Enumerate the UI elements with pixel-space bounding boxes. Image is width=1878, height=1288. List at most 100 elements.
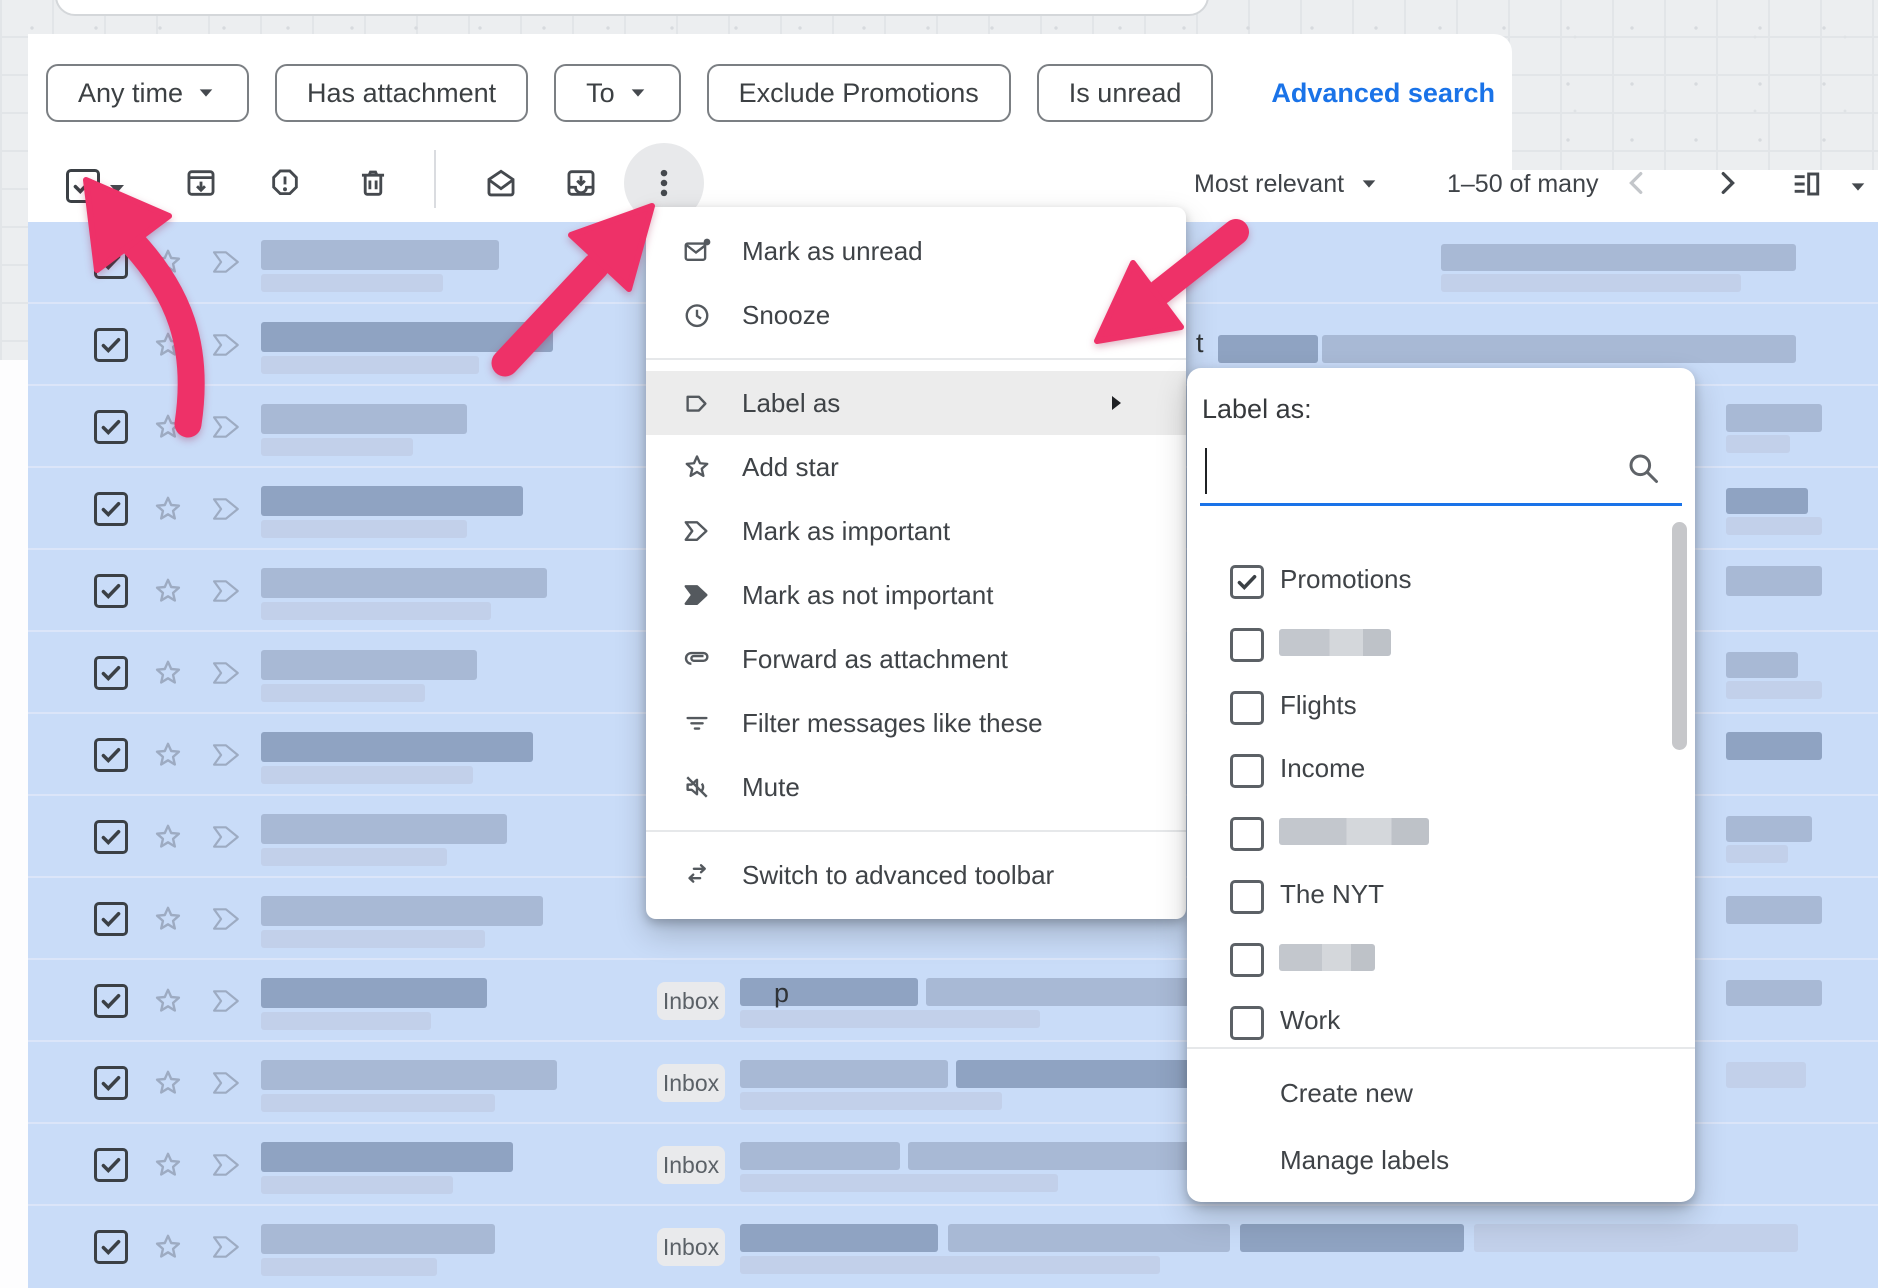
label-checkbox[interactable] [1230,1006,1264,1040]
star-icon[interactable] [152,903,184,935]
row-checkbox[interactable] [94,1230,128,1264]
row-checkbox[interactable] [94,410,128,444]
label-search-input[interactable] [1200,440,1682,502]
label-option-blurred[interactable] [1187,611,1695,674]
label-checkbox[interactable] [1230,628,1264,662]
importance-marker-icon[interactable] [210,577,244,605]
menu-item-label-as[interactable]: Label as [646,371,1186,435]
select-all-checkbox[interactable] [66,169,100,203]
star-icon[interactable] [152,1067,184,1099]
label-option-flights[interactable]: Flights [1187,674,1695,737]
more-options-icon[interactable] [647,166,681,200]
importance-marker-icon[interactable] [210,905,244,933]
label-checkbox[interactable] [1230,943,1264,977]
advanced-search-link[interactable]: Advanced search [1271,78,1495,109]
star-icon[interactable] [152,246,184,278]
filter-chip-to[interactable]: To [554,64,681,122]
star-icon[interactable] [152,821,184,853]
label-option-the-nyt[interactable]: The NYT [1187,863,1695,926]
importance-marker-icon[interactable] [210,413,244,441]
star-icon[interactable] [152,739,184,771]
star-icon[interactable] [152,411,184,443]
blurred-text [740,1224,938,1252]
star-icon[interactable] [152,1231,184,1263]
label-checkbox[interactable] [1230,565,1264,599]
move-to-inbox-icon[interactable] [564,166,598,200]
star-icon[interactable] [152,1149,184,1181]
label-action-manage-labels[interactable]: Manage labels [1187,1129,1695,1191]
importance-marker-icon[interactable] [210,331,244,359]
label-checkbox[interactable] [1230,691,1264,725]
label-option-work[interactable]: Work [1187,989,1695,1047]
row-checkbox[interactable] [94,328,128,362]
search-icon[interactable] [1625,450,1661,486]
label-option-promotions[interactable]: Promotions [1187,548,1695,611]
star-icon[interactable] [152,657,184,689]
menu-item-mute[interactable]: Mute [646,755,1186,819]
menu-item-mark-as-unread[interactable]: Mark as unread [646,219,1186,283]
blurred-text [261,1142,513,1172]
sort-label: Most relevant [1194,170,1344,199]
blurred-text [1726,404,1822,432]
email-row[interactable]: Inbox [28,1204,1878,1288]
filter-chip-exclude-promotions[interactable]: Exclude Promotions [707,64,1011,122]
menu-item-switch-to-advanced-toolbar[interactable]: Switch to advanced toolbar [646,843,1186,907]
label-checkbox[interactable] [1230,880,1264,914]
delete-icon[interactable] [356,166,390,200]
label-option-blurred[interactable] [1187,926,1695,989]
filter-chip-is-unread[interactable]: Is unread [1037,64,1214,122]
menu-item-add-star[interactable]: Add star [646,435,1186,499]
star-icon[interactable] [152,575,184,607]
importance-marker-icon[interactable] [210,987,244,1015]
sort-dropdown[interactable]: Most relevant [1194,164,1380,204]
blurred-text [261,732,533,762]
importance-marker-icon[interactable] [210,1151,244,1179]
menu-item-mark-as-important[interactable]: Mark as important [646,499,1186,563]
label-action-create-new[interactable]: Create new [1187,1062,1695,1124]
selection-dropdown-caret[interactable] [104,179,130,204]
menu-item-mark-as-not-important[interactable]: Mark as not important [646,563,1186,627]
row-checkbox[interactable] [94,738,128,772]
report-spam-icon[interactable] [268,166,302,200]
row-checkbox[interactable] [94,820,128,854]
blurred-text [956,1060,1194,1088]
importance-marker-icon[interactable] [210,1069,244,1097]
split-pane-caret[interactable] [1846,178,1870,201]
importance-marker-icon[interactable] [210,823,244,851]
importance-marker-icon[interactable] [210,659,244,687]
importance-marker-icon[interactable] [210,741,244,769]
label-list-scrollbar[interactable] [1672,522,1687,750]
menu-item-filter-messages-like-these[interactable]: Filter messages like these [646,691,1186,755]
importance-marker-icon[interactable] [210,248,244,276]
split-pane-icon[interactable] [1790,168,1822,200]
menu-item-snooze[interactable]: Snooze [646,283,1186,347]
row-checkbox[interactable] [94,1148,128,1182]
row-checkbox[interactable] [94,245,128,279]
label-option-income[interactable]: Income [1187,737,1695,800]
label-checkbox[interactable] [1230,817,1264,851]
row-checkbox[interactable] [94,1066,128,1100]
blurred-text [1726,652,1798,678]
row-checkbox[interactable] [94,492,128,526]
archive-icon[interactable] [184,166,218,200]
check-icon [97,1069,125,1097]
chip-label: Exclude Promotions [739,78,979,109]
row-checkbox[interactable] [94,574,128,608]
star-icon[interactable] [152,493,184,525]
label-checkbox[interactable] [1230,754,1264,788]
label-option-blurred[interactable] [1187,800,1695,863]
filter-chip-has-attachment[interactable]: Has attachment [275,64,528,122]
blurred-text [261,848,447,866]
row-checkbox[interactable] [94,656,128,690]
filter-chip-any-time[interactable]: Any time [46,64,249,122]
star-icon[interactable] [152,329,184,361]
importance-marker-icon[interactable] [210,495,244,523]
star-icon[interactable] [152,985,184,1017]
menu-item-forward-as-attachment[interactable]: Forward as attachment [646,627,1186,691]
row-checkbox[interactable] [94,984,128,1018]
importance-marker-icon[interactable] [210,1233,244,1261]
chevron-right-icon[interactable] [1712,168,1742,198]
mark-as-read-icon[interactable] [484,166,518,200]
row-checkbox[interactable] [94,902,128,936]
chevron-left-icon[interactable] [1622,168,1652,198]
